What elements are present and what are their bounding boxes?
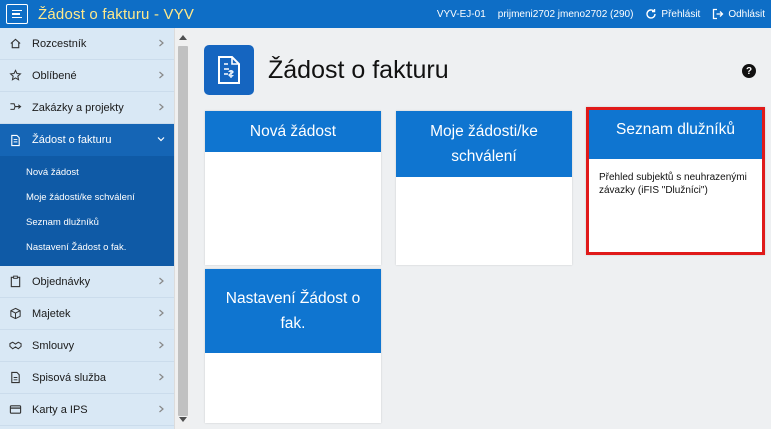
tile-description bbox=[396, 177, 572, 193]
chevron-right-icon bbox=[159, 103, 164, 111]
tile-description bbox=[205, 353, 381, 369]
submenu-item-nastaveni[interactable]: Nastavení Žádost o fak. bbox=[0, 235, 174, 260]
relogin-label: Přehlásit bbox=[661, 8, 701, 20]
main-content: Žádost o fakturu ? Nová žádost Moje žádo… bbox=[196, 28, 771, 429]
scroll-down-icon[interactable] bbox=[175, 413, 191, 427]
box-icon bbox=[8, 307, 22, 321]
clipboard-icon bbox=[8, 275, 22, 289]
sidebar-scrollbar[interactable] bbox=[174, 28, 190, 429]
sidebar-item-majetek[interactable]: Majetek bbox=[0, 298, 174, 330]
chevron-right-icon bbox=[159, 373, 164, 381]
page-title: Žádost o fakturu bbox=[268, 55, 449, 84]
sidebar-item-zakazky[interactable]: Zakázky a projekty bbox=[0, 92, 174, 124]
chevron-right-icon bbox=[159, 39, 164, 47]
scroll-up-icon[interactable] bbox=[175, 30, 191, 44]
refresh-icon bbox=[646, 9, 657, 19]
user-name[interactable]: prijmeni2702 jmeno2702 (290) bbox=[498, 9, 634, 20]
chevron-right-icon bbox=[159, 277, 164, 285]
sidebar-item-label: Rozcestník bbox=[32, 37, 87, 50]
relogin-button[interactable]: Přehlásit bbox=[645, 8, 700, 20]
submenu: Nová žádost Moje žádosti/ke schválení Se… bbox=[0, 156, 174, 266]
handshake-icon bbox=[8, 339, 22, 353]
chevron-right-icon bbox=[159, 405, 164, 413]
sidebar-item-label: Majetek bbox=[32, 307, 71, 320]
scroll-thumb[interactable] bbox=[178, 46, 188, 416]
tile-description: Přehled subjektů s neuhrazenými závazky … bbox=[599, 172, 747, 196]
sidebar-item-karty-a-ips[interactable]: Karty a IPS bbox=[0, 394, 174, 426]
top-bar: Žádost o fakturu - VYV VYV-EJ-01 prijmen… bbox=[0, 0, 771, 28]
document-icon bbox=[8, 133, 22, 147]
hamburger-menu-icon[interactable] bbox=[6, 4, 28, 24]
submenu-item-nova-zadost[interactable]: Nová žádost bbox=[0, 160, 174, 185]
tile-moje-zadosti[interactable]: Moje žádosti/ke schválení bbox=[396, 111, 572, 265]
app-title: Žádost o fakturu - VYV bbox=[38, 5, 195, 23]
sidebar-item-smlouvy[interactable]: Smlouvy bbox=[0, 330, 174, 362]
sidebar-item-oblibene[interactable]: Oblíbené bbox=[0, 60, 174, 92]
invoice-document-icon bbox=[204, 45, 254, 95]
sidebar-item-label: Žádost o fakturu bbox=[32, 134, 112, 146]
logout-label: Odhlásit bbox=[728, 8, 765, 20]
chevron-right-icon bbox=[159, 71, 164, 79]
help-icon[interactable]: ? bbox=[742, 64, 756, 78]
sidebar-item-label: Spisová služba bbox=[32, 371, 106, 384]
tile-nastaveni[interactable]: Nastavení Žádost o fak. bbox=[205, 269, 381, 423]
sidebar-item-label: Objednávky bbox=[32, 275, 91, 288]
tile-title: Moje žádosti/ke schválení bbox=[396, 111, 572, 177]
sidebar-item-label: Zakázky a projekty bbox=[32, 101, 124, 114]
home-icon bbox=[8, 37, 22, 51]
tile-seznam-dluzniku[interactable]: Seznam dlužníků Přehled subjektů s neuhr… bbox=[586, 107, 765, 255]
tile-description bbox=[205, 152, 381, 168]
environment-label: VYV-EJ-01 bbox=[436, 8, 486, 20]
sidebar: Rozcestník Oblíbené Zakázky a projekty Ž… bbox=[0, 28, 174, 429]
chevron-right-icon bbox=[159, 309, 164, 317]
tile-title: Nová žádost bbox=[205, 111, 381, 152]
tile-title: Seznam dlužníků bbox=[589, 110, 762, 159]
card-icon bbox=[8, 403, 22, 417]
sidebar-item-rozcestnik[interactable]: Rozcestník bbox=[0, 28, 174, 60]
logout-button[interactable]: Odhlásit bbox=[712, 8, 765, 20]
sidebar-item-spisova-sluzba[interactable]: Spisová služba bbox=[0, 362, 174, 394]
sidebar-item-objednavky[interactable]: Objednávky bbox=[0, 266, 174, 298]
tile-title: Nastavení Žádost o fak. bbox=[205, 269, 381, 353]
project-icon bbox=[8, 101, 22, 115]
submenu-item-seznam-dluzniku[interactable]: Seznam dlužníků bbox=[0, 210, 174, 235]
chevron-down-icon bbox=[157, 137, 165, 142]
star-icon bbox=[8, 69, 22, 83]
sidebar-item-label: Oblíbené bbox=[32, 69, 77, 82]
logout-icon bbox=[713, 8, 724, 20]
sidebar-item-label: Smlouvy bbox=[32, 339, 75, 352]
sidebar-item-label: Karty a IPS bbox=[32, 403, 88, 416]
sidebar-item-zadost-o-fakturu[interactable]: Žádost o fakturu bbox=[0, 124, 174, 156]
tile-nova-zadost[interactable]: Nová žádost bbox=[205, 111, 381, 265]
file-icon bbox=[8, 371, 22, 385]
submenu-item-moje-zadosti[interactable]: Moje žádosti/ke schválení bbox=[0, 185, 174, 210]
chevron-right-icon bbox=[159, 341, 164, 349]
